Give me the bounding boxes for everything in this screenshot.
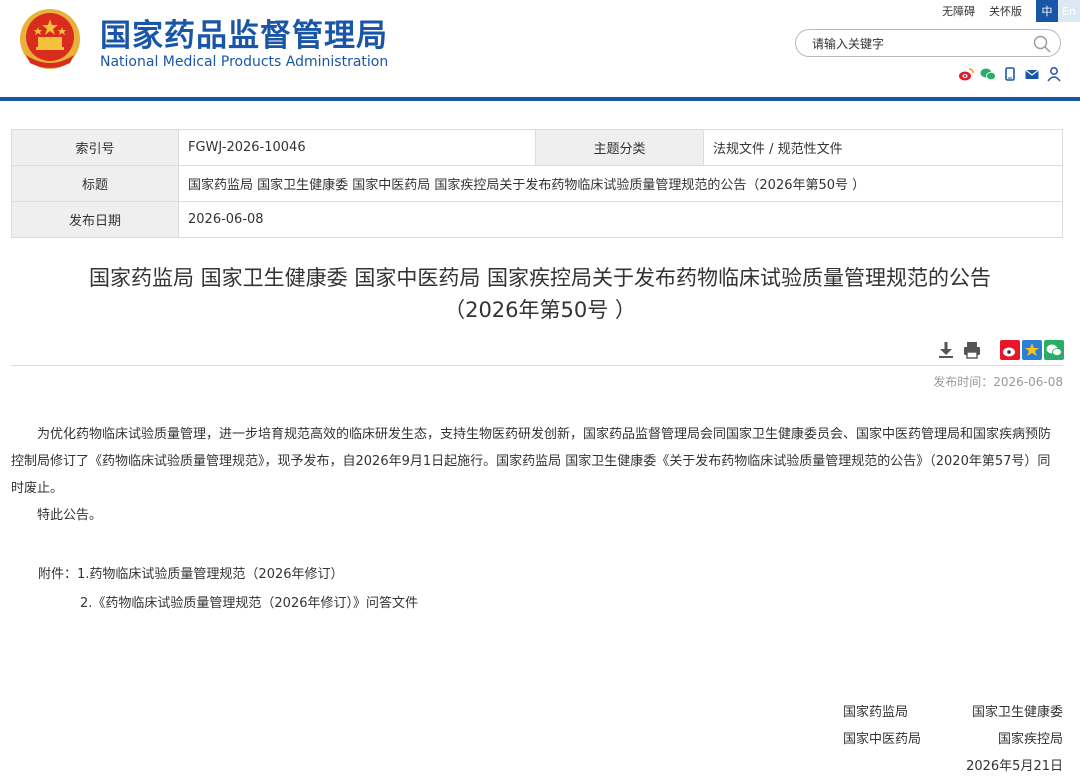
top-links: 无障碍 关怀版 中 En xyxy=(942,0,1080,22)
site-title-english[interactable]: National Medical Products Administration xyxy=(100,54,388,70)
body-paragraph: 为优化药物临床试验质量管理，进一步培育规范高效的临床研发生态，支持生物医药研发创… xyxy=(11,427,1052,496)
article-title: 国家药监局 国家卫生健康委 国家中医药局 国家疾控局关于发布药物临床试验质量管理… xyxy=(30,262,1050,326)
article-toolbar xyxy=(936,340,1064,360)
signer-natcm: 国家中医药局 xyxy=(843,732,922,747)
body-paragraph: 特此公告。 xyxy=(37,508,103,523)
accessibility-link[interactable]: 无障碍 xyxy=(942,3,975,19)
article-title-line2: （2026年第50号 ） xyxy=(444,298,636,322)
signer-nhc: 国家卫生健康委 xyxy=(971,705,1063,720)
attachments: 附件：1.药物临床试验质量管理规范（2026年修订） 2.《药物临床试验质量管理… xyxy=(38,560,418,618)
index-number-label: 索引号 xyxy=(11,129,179,166)
attachment-link-2[interactable]: 2.《药物临床试验质量管理规范（2026年修订）》问答文件 xyxy=(80,596,418,611)
attachment-link-1[interactable]: 1.药物临床试验质量管理规范（2026年修订） xyxy=(77,567,344,582)
mail-icon[interactable] xyxy=(1024,66,1040,82)
category-value: 法规文件 / 规范性文件 xyxy=(703,129,1063,166)
care-mode-link[interactable]: 关怀版 xyxy=(989,3,1022,19)
title-value: 国家药监局 国家卫生健康委 国家中医药局 国家疾控局关于发布药物临床试验质量管理… xyxy=(178,165,1063,202)
print-icon[interactable] xyxy=(962,340,982,360)
weibo-share-icon[interactable] xyxy=(1000,340,1020,360)
title-label: 标题 xyxy=(11,165,179,202)
sign-date: 2026年5月21日 xyxy=(966,759,1063,774)
title-divider xyxy=(11,365,1063,366)
weibo-icon[interactable] xyxy=(958,66,974,82)
wechat-icon[interactable] xyxy=(980,66,996,82)
table-row: 标题 国家药监局 国家卫生健康委 国家中医药局 国家疾控局关于发布药物临床试验质… xyxy=(11,165,1063,202)
search-input[interactable] xyxy=(810,34,1014,54)
signer-ndcpa: 国家疾控局 xyxy=(997,732,1063,747)
category-label: 主题分类 xyxy=(535,129,704,166)
article-body: 为优化药物临床试验质量管理，进一步培育规范高效的临床研发生态，支持生物医药研发创… xyxy=(11,421,1063,529)
search-icon[interactable] xyxy=(1032,34,1052,54)
download-icon[interactable] xyxy=(936,340,956,360)
lang-chinese-button[interactable]: 中 xyxy=(1036,0,1058,22)
table-row: 发布日期 2026-06-08 xyxy=(11,201,1063,238)
publish-date-label: 发布日期 xyxy=(11,201,179,238)
site-header: 国家药品监督管理局 National Medical Products Admi… xyxy=(0,0,1080,101)
header-divider xyxy=(0,97,1080,101)
site-title[interactable]: 国家药品监督管理局 xyxy=(100,10,388,55)
article-title-line1: 国家药监局 国家卫生健康委 国家中医药局 国家疾控局关于发布药物临床试验质量管理… xyxy=(88,266,992,290)
user-icon[interactable] xyxy=(1046,66,1062,82)
document-info-table: 索引号 FGWJ-2026-10046 主题分类 法规文件 / 规范性文件 标题… xyxy=(11,129,1063,238)
social-share-bar xyxy=(958,66,1062,82)
mobile-icon[interactable] xyxy=(1002,66,1018,82)
lang-english-button[interactable]: En xyxy=(1058,0,1080,22)
qzone-share-icon[interactable] xyxy=(1022,340,1042,360)
national-emblem-logo[interactable] xyxy=(18,7,82,71)
signer-nmpa: 国家药监局 xyxy=(843,705,909,720)
publish-date-value: 2026-06-08 xyxy=(178,201,1063,238)
attachments-label: 附件： xyxy=(38,567,78,582)
search-box xyxy=(795,29,1061,57)
table-row: 索引号 FGWJ-2026-10046 主题分类 法规文件 / 规范性文件 xyxy=(11,129,1063,166)
wechat-share-icon[interactable] xyxy=(1044,340,1064,360)
publish-time: 发布时间：2026-06-08 xyxy=(933,375,1063,389)
index-number-value: FGWJ-2026-10046 xyxy=(178,129,536,166)
signature-block: 国家药监局 国家卫生健康委 国家中医药局 国家疾控局 2026年5月21日 xyxy=(843,699,1063,780)
